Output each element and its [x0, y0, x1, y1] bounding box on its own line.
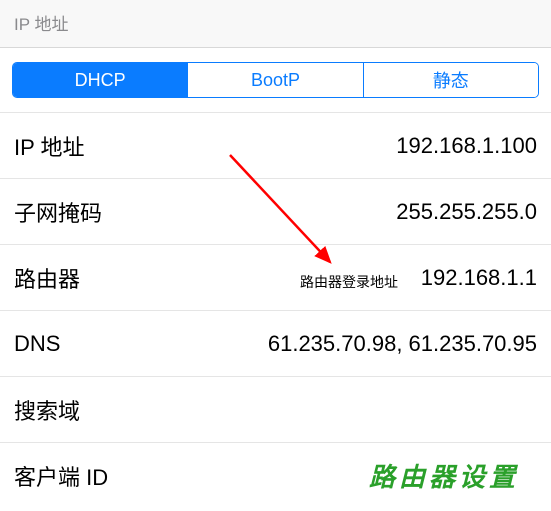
- segment-static[interactable]: 静态: [364, 63, 538, 97]
- section-title: IP 地址: [14, 15, 68, 34]
- section-header: IP 地址: [0, 0, 551, 48]
- row-label: 客户端 ID: [14, 460, 108, 492]
- row-label: 路由器: [14, 262, 80, 294]
- row-client-id[interactable]: 客户端 ID: [0, 443, 551, 509]
- segmented-control: DHCP BootP 静态: [12, 62, 539, 98]
- settings-list: IP 地址 192.168.1.100 子网掩码 255.255.255.0 路…: [0, 112, 551, 509]
- row-value: 192.168.1.100: [396, 133, 537, 159]
- row-ip-address[interactable]: IP 地址 192.168.1.100: [0, 113, 551, 179]
- segment-label: 静态: [433, 67, 469, 93]
- row-label: 子网掩码: [14, 196, 102, 228]
- row-dns[interactable]: DNS 61.235.70.98, 61.235.70.95: [0, 311, 551, 377]
- segment-dhcp[interactable]: DHCP: [13, 63, 188, 97]
- row-subnet-mask[interactable]: 子网掩码 255.255.255.0: [0, 179, 551, 245]
- row-router[interactable]: 路由器 192.168.1.1: [0, 245, 551, 311]
- row-search-domain[interactable]: 搜索域: [0, 377, 551, 443]
- segment-bootp[interactable]: BootP: [188, 63, 363, 97]
- row-value: 61.235.70.98, 61.235.70.95: [268, 331, 537, 357]
- row-label: IP 地址: [14, 130, 85, 162]
- segment-label: DHCP: [75, 70, 126, 91]
- row-value: 192.168.1.1: [421, 265, 537, 291]
- row-value: 255.255.255.0: [396, 199, 537, 225]
- row-label: 搜索域: [14, 394, 80, 426]
- segment-label: BootP: [251, 70, 300, 91]
- row-label: DNS: [14, 331, 60, 357]
